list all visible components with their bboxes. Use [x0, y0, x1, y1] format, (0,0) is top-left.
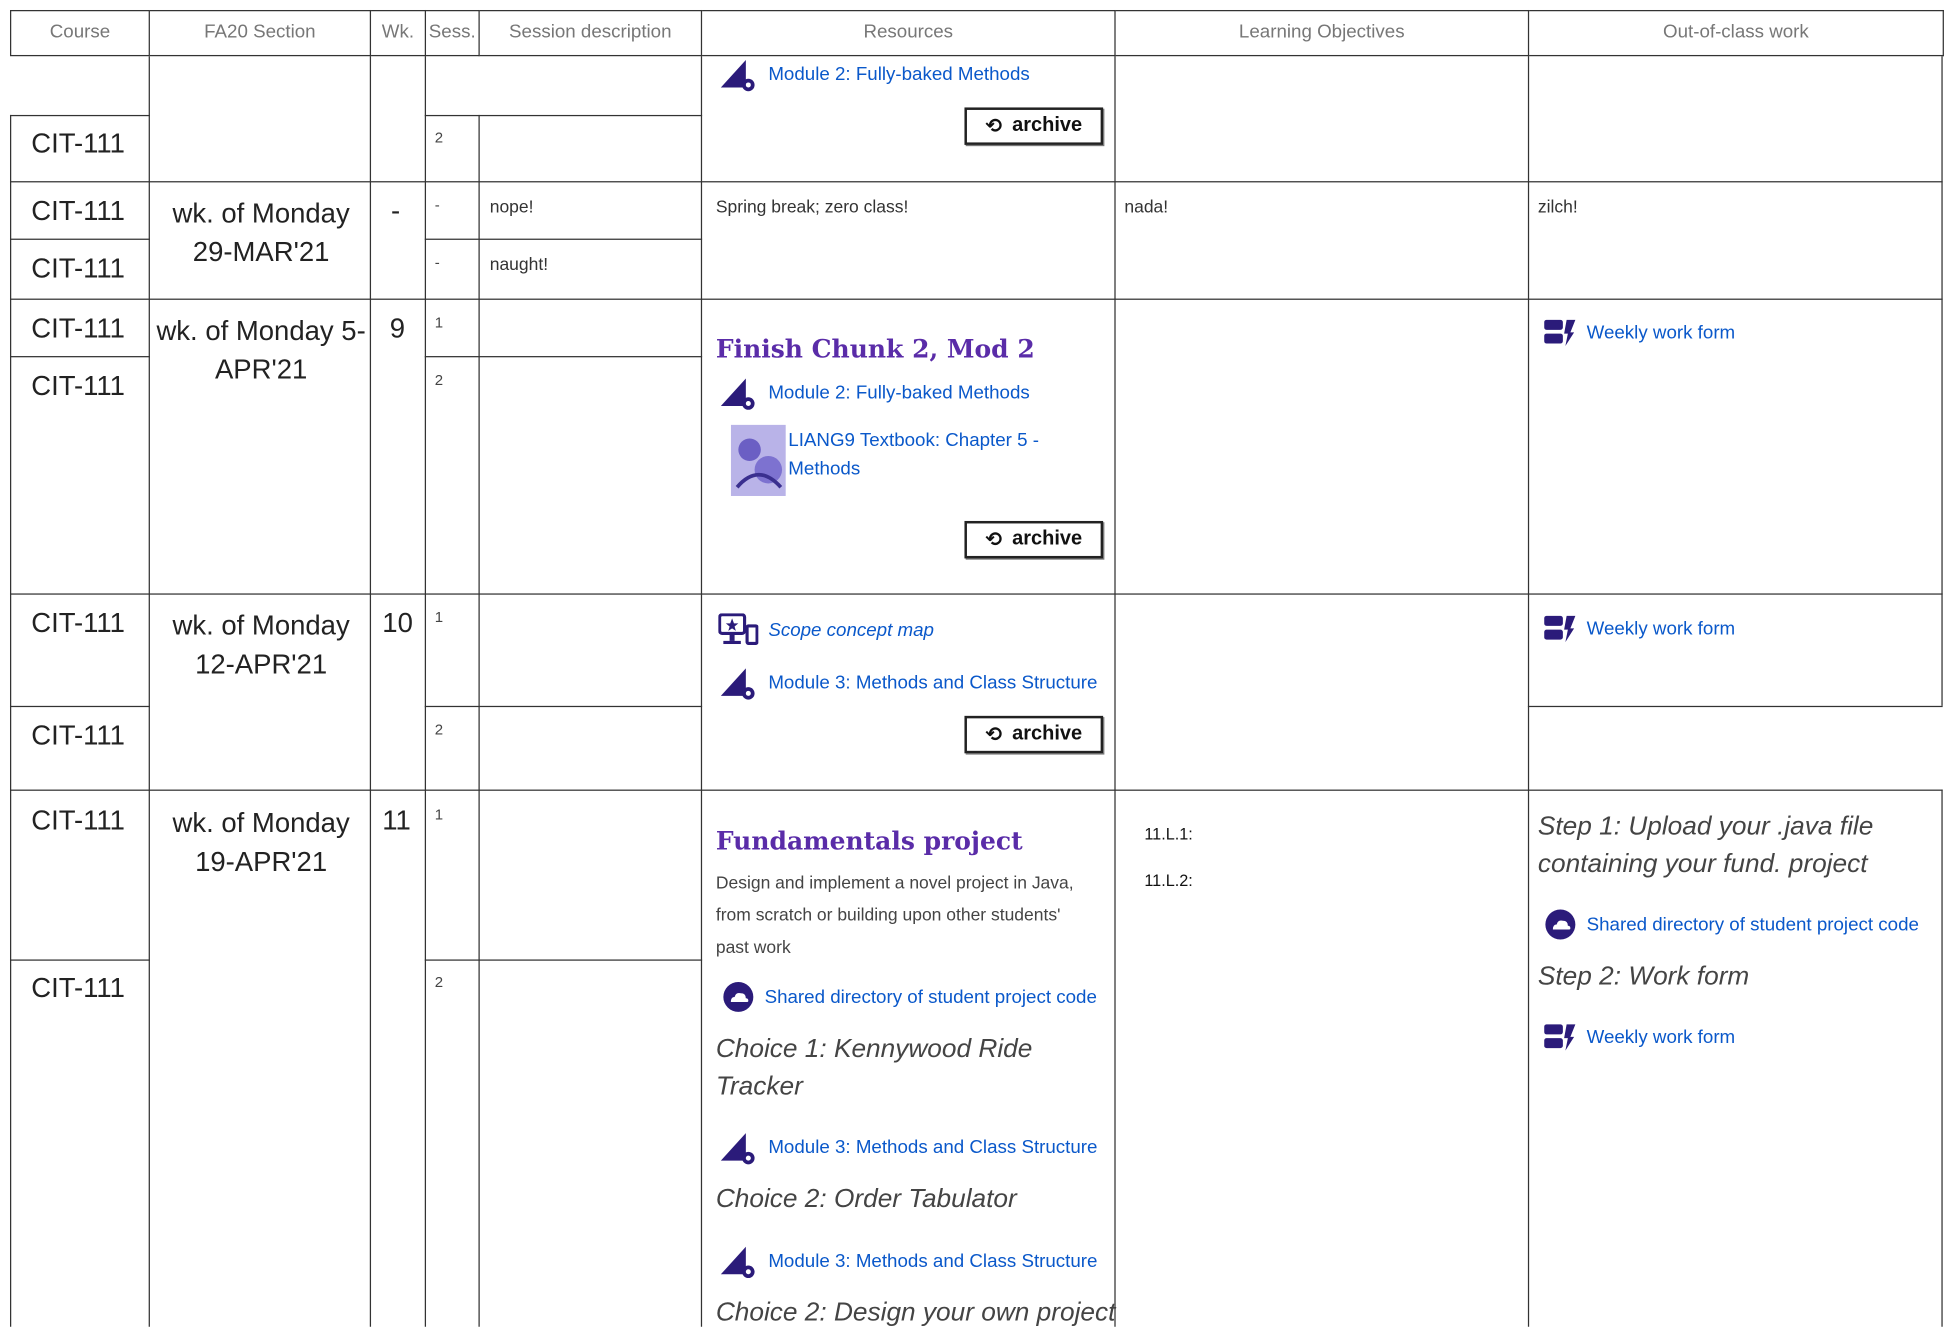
step-heading: Step 1: Upload your .java file containin…: [1537, 812, 1874, 879]
resource-concept-map[interactable]: Scope concept map: [718, 613, 934, 645]
course-code: CIT-111: [31, 194, 125, 227]
archive-label: archive: [1012, 528, 1083, 550]
resource-shared-dir[interactable]: Shared directory of student project code: [722, 981, 1097, 1013]
schedule-table: Course FA20 Section Wk. Sess. Session de…: [0, 0, 1959, 1327]
session-description: nope!: [489, 196, 534, 217]
session-number: 1: [434, 313, 444, 332]
session-number: -: [434, 196, 440, 214]
choice-heading: Choice 1: Kennywood Ride Tracker: [715, 1034, 1033, 1101]
header-session: Sess.: [426, 9, 480, 57]
step-heading: Step 2: Work form: [1537, 961, 1750, 991]
work-form-link[interactable]: Weekly work form: [1587, 1026, 1736, 1047]
week-section: wk. of Monday 5-APR'21: [156, 314, 366, 385]
session-number: 2: [434, 128, 444, 147]
resource-module2[interactable]: Module 2: Fully-baked Methods: [718, 374, 1030, 411]
resource-link[interactable]: Shared directory of student project code: [765, 986, 1097, 1007]
week-section: wk. of Monday 12-APR'21: [172, 609, 350, 680]
week-number: -: [391, 194, 401, 227]
header-section: FA20 Section: [149, 9, 372, 57]
work-form-item[interactable]: Weekly work form: [1544, 613, 1735, 643]
choice-heading: Choice 2: Design your own project: [715, 1298, 1116, 1327]
header-work: Out-of-class work: [1529, 9, 1944, 57]
header-description: Session description: [479, 9, 703, 57]
resource-module3[interactable]: Module 3: Methods and Class Structure: [718, 663, 1097, 700]
textbook-cover-icon: [730, 424, 786, 496]
work-form-item[interactable]: Weekly work form: [1544, 1022, 1735, 1052]
history-icon: ⟲: [985, 724, 1003, 746]
concept-map-icon: [718, 613, 759, 645]
archive-label: archive: [1012, 723, 1083, 745]
cloud-icon: [723, 981, 754, 1012]
course-code: CIT-111: [31, 804, 125, 836]
module-icon: [720, 59, 755, 92]
session-number: 2: [434, 720, 444, 739]
module-icon: [720, 1246, 755, 1279]
module-icon: [720, 668, 755, 700]
session-number: 1: [434, 805, 444, 824]
form-icon: [1544, 1024, 1576, 1051]
resource-link[interactable]: Module 3: Methods and Class Structure: [768, 1250, 1097, 1271]
header-objectives: Learning Objectives: [1115, 9, 1530, 57]
resource-module2-top[interactable]: Module 2: Fully-baked Methods: [718, 55, 1030, 92]
work-form-link[interactable]: Weekly work form: [1587, 618, 1736, 639]
resource-module3[interactable]: Module 3: Methods and Class Structure: [718, 1242, 1097, 1279]
header-resources: Resources: [702, 9, 1116, 57]
form-icon: [1544, 319, 1576, 347]
week-section: wk. of Monday 19-APR'21: [172, 807, 350, 878]
section-title: Finish Chunk 2, Mod 2: [715, 333, 1035, 364]
resource-link[interactable]: Module 3: Methods and Class Structure: [768, 671, 1097, 692]
choice-heading: Choice 2: Order Tabulator: [715, 1184, 1017, 1214]
learning-objective: 11.L.1:: [1144, 824, 1193, 844]
resource-link[interactable]: Module 2: Fully-baked Methods: [768, 63, 1029, 84]
resource-link[interactable]: LIANG9 Textbook: Chapter 5 - Methods: [788, 426, 1050, 483]
resource-textbook[interactable]: LIANG9 Textbook: Chapter 5 - Methods: [730, 424, 1051, 496]
resource-link[interactable]: Module 2: Fully-baked Methods: [768, 382, 1029, 403]
course-code: CIT-111: [31, 312, 125, 344]
learning-objective: 11.L.2:: [1144, 870, 1193, 890]
week-number: 9: [389, 312, 406, 344]
course-code: CIT-111: [31, 607, 125, 639]
work-text: zilch!: [1537, 196, 1578, 217]
project-description: Design and implement a novel project in …: [715, 872, 1074, 957]
session-number: 1: [434, 608, 444, 626]
archive-button[interactable]: ⟲ archive: [964, 520, 1104, 559]
objectives-text: nada!: [1124, 196, 1169, 217]
archive-label: archive: [1012, 114, 1083, 137]
course-code: CIT-111: [31, 971, 125, 1004]
resources-text: Spring break; zero class!: [715, 196, 909, 217]
history-icon: ⟲: [985, 116, 1003, 138]
resource-module3[interactable]: Module 3: Methods and Class Structure: [718, 1128, 1097, 1165]
course-code: CIT-111: [31, 252, 125, 284]
header-course: Course: [9, 9, 150, 57]
archive-button[interactable]: ⟲ archive: [964, 715, 1104, 754]
session-description: naught!: [489, 253, 549, 274]
course-code: CIT-111: [31, 719, 125, 751]
week-number: 11: [382, 804, 411, 836]
session-number: -: [434, 253, 440, 272]
archive-button-top[interactable]: ⟲ archive: [964, 107, 1104, 145]
work-form-link[interactable]: Weekly work form: [1587, 322, 1736, 343]
session-number: 2: [434, 371, 444, 389]
module-icon: [720, 378, 755, 410]
resource-link[interactable]: Scope concept map: [768, 619, 934, 640]
course-code: CIT-111: [31, 369, 125, 402]
section-title: Fundamentals project: [715, 825, 1023, 856]
resource-link[interactable]: Shared directory of student project code: [1587, 914, 1919, 935]
week-number: 10: [382, 607, 413, 639]
week-section: wk. of Monday 29-MAR'21: [172, 197, 350, 268]
header-week: Wk.: [371, 9, 427, 57]
course-code: CIT-111: [31, 127, 125, 159]
form-icon: [1544, 615, 1576, 643]
session-number: 2: [434, 973, 444, 991]
shared-dir-item[interactable]: Shared directory of student project code: [1544, 908, 1919, 940]
resource-link[interactable]: Module 3: Methods and Class Structure: [768, 1136, 1097, 1157]
module-icon: [720, 1133, 755, 1165]
work-form-item[interactable]: Weekly work form: [1544, 317, 1735, 347]
history-icon: ⟲: [985, 529, 1003, 551]
cloud-icon: [1545, 909, 1576, 940]
